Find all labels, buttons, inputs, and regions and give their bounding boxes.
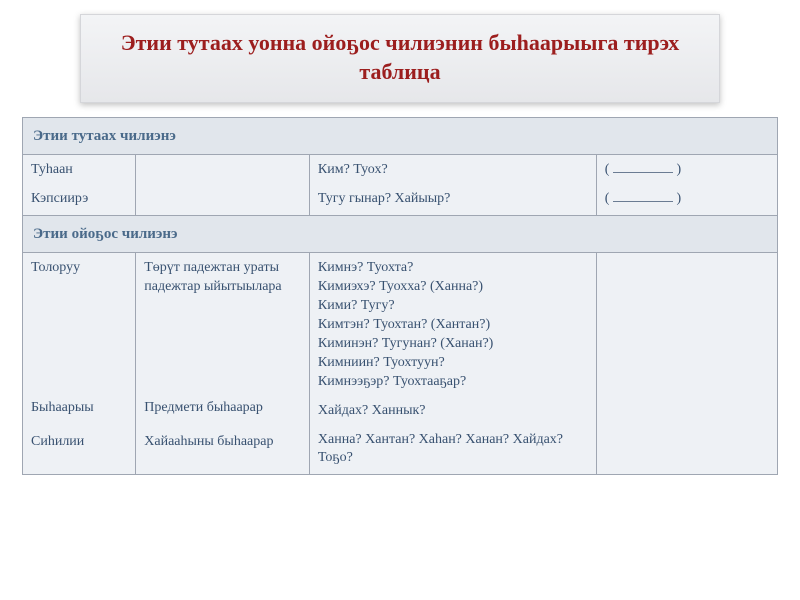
paren-open: ( [605,191,610,206]
s2-col1: Толоруу Быһаарыы Сиһилии [23,253,136,475]
s2-c3-l2: Кимиэхэ? Туохха? (Ханна?) [318,278,588,297]
blank-line [613,191,673,202]
s1-col1: Туһаан Кэпсиирэ [23,155,136,216]
s2-c3-l5: Киминэн? Тугунан? (Ханан?) [318,335,588,354]
s2-col4-empty [596,253,777,475]
s1-c1b: Кэпсиирэ [31,190,127,209]
s2-c1a: Толоруу [31,259,127,399]
s2-c2c: Хайааһыны быһаарар [144,433,301,452]
slide-container: Этии тутаах уонна ойоҕос чилиэнин быһаар… [0,0,800,600]
paren-close: ) [676,191,681,206]
section1-header-row: Этии тутаах чилиэнэ [23,118,778,155]
s1-col2-empty [136,155,310,216]
s2-c3-l7: Кимнээҕэр? Туохтааҕар? [318,373,588,392]
s1-col3: Ким? Туох? Тугу гынар? Хайыыр? [309,155,596,216]
s2-c1b: Быһаарыы [31,399,127,433]
s2-c3-l1: Кимнэ? Туохта? [318,259,588,278]
s1-c4b: ( ) [605,190,769,209]
section2-row: Толоруу Быһаарыы Сиһилии Төрүт падежтан … [23,253,778,475]
main-table: Этии тутаах чилиэнэ Туһаан Кэпсиирэ Ким?… [22,117,778,475]
s1-c3a: Ким? Туох? [318,161,588,180]
s2-c3-l4: Кимтэн? Туохтан? (Хантан?) [318,316,588,335]
s1-col4: ( ) ( ) [596,155,777,216]
section2-header-row: Этии ойоҕос чилиэнэ [23,216,778,253]
s2-c2a: Төрүт падежтан ураты падежтар ыйытыылара [144,259,301,399]
slide-title: Этии тутаах уонна ойоҕос чилиэнин быһаар… [121,30,680,84]
s2-c1c: Сиһилии [31,433,127,452]
s1-c3b: Тугу гынар? Хайыыр? [318,190,588,209]
paren-open: ( [605,162,610,177]
s2-c3-l6: Кимниин? Туохтуун? [318,354,588,373]
s2-col3: Кимнэ? Туохта? Кимиэхэ? Туохха? (Ханна?)… [309,253,596,475]
paren-close: ) [676,162,681,177]
s2-col2: Төрүт падежтан ураты падежтар ыйытыылара… [136,253,310,475]
s2-c2b: Предмети быһаарар [144,399,301,433]
s2-c3-l3: Кими? Тугу? [318,297,588,316]
s1-c1a: Туһаан [31,161,127,180]
s2-c3b: Хайдах? Ханнык? [318,402,588,421]
section1-row: Туһаан Кэпсиирэ Ким? Туох? Тугу гынар? Х… [23,155,778,216]
blank-line [613,162,673,173]
section1-header: Этии тутаах чилиэнэ [23,118,778,155]
section2-header: Этии ойоҕос чилиэнэ [23,216,778,253]
s2-c3c: Ханна? Хантан? Хаһан? Ханан? Хайдах? Тоҕ… [318,431,588,469]
title-box: Этии тутаах уонна ойоҕос чилиэнин быһаар… [80,14,720,103]
s1-c4a: ( ) [605,161,769,180]
